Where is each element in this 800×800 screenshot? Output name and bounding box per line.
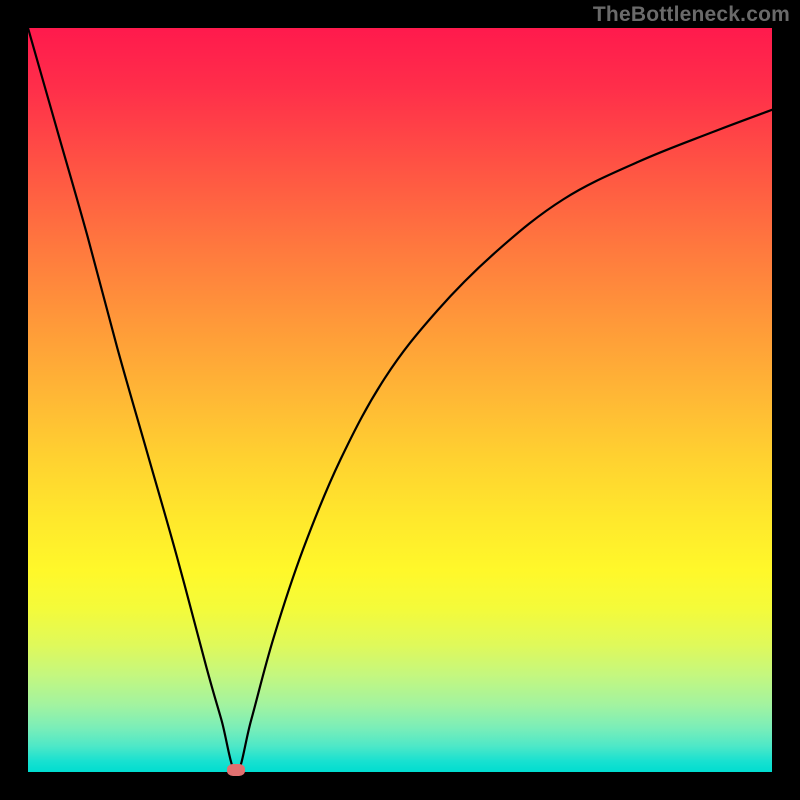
min-marker bbox=[227, 764, 245, 776]
plot-area bbox=[28, 28, 772, 772]
bottleneck-curve bbox=[28, 28, 772, 772]
watermark-text: TheBottleneck.com bbox=[593, 3, 790, 27]
